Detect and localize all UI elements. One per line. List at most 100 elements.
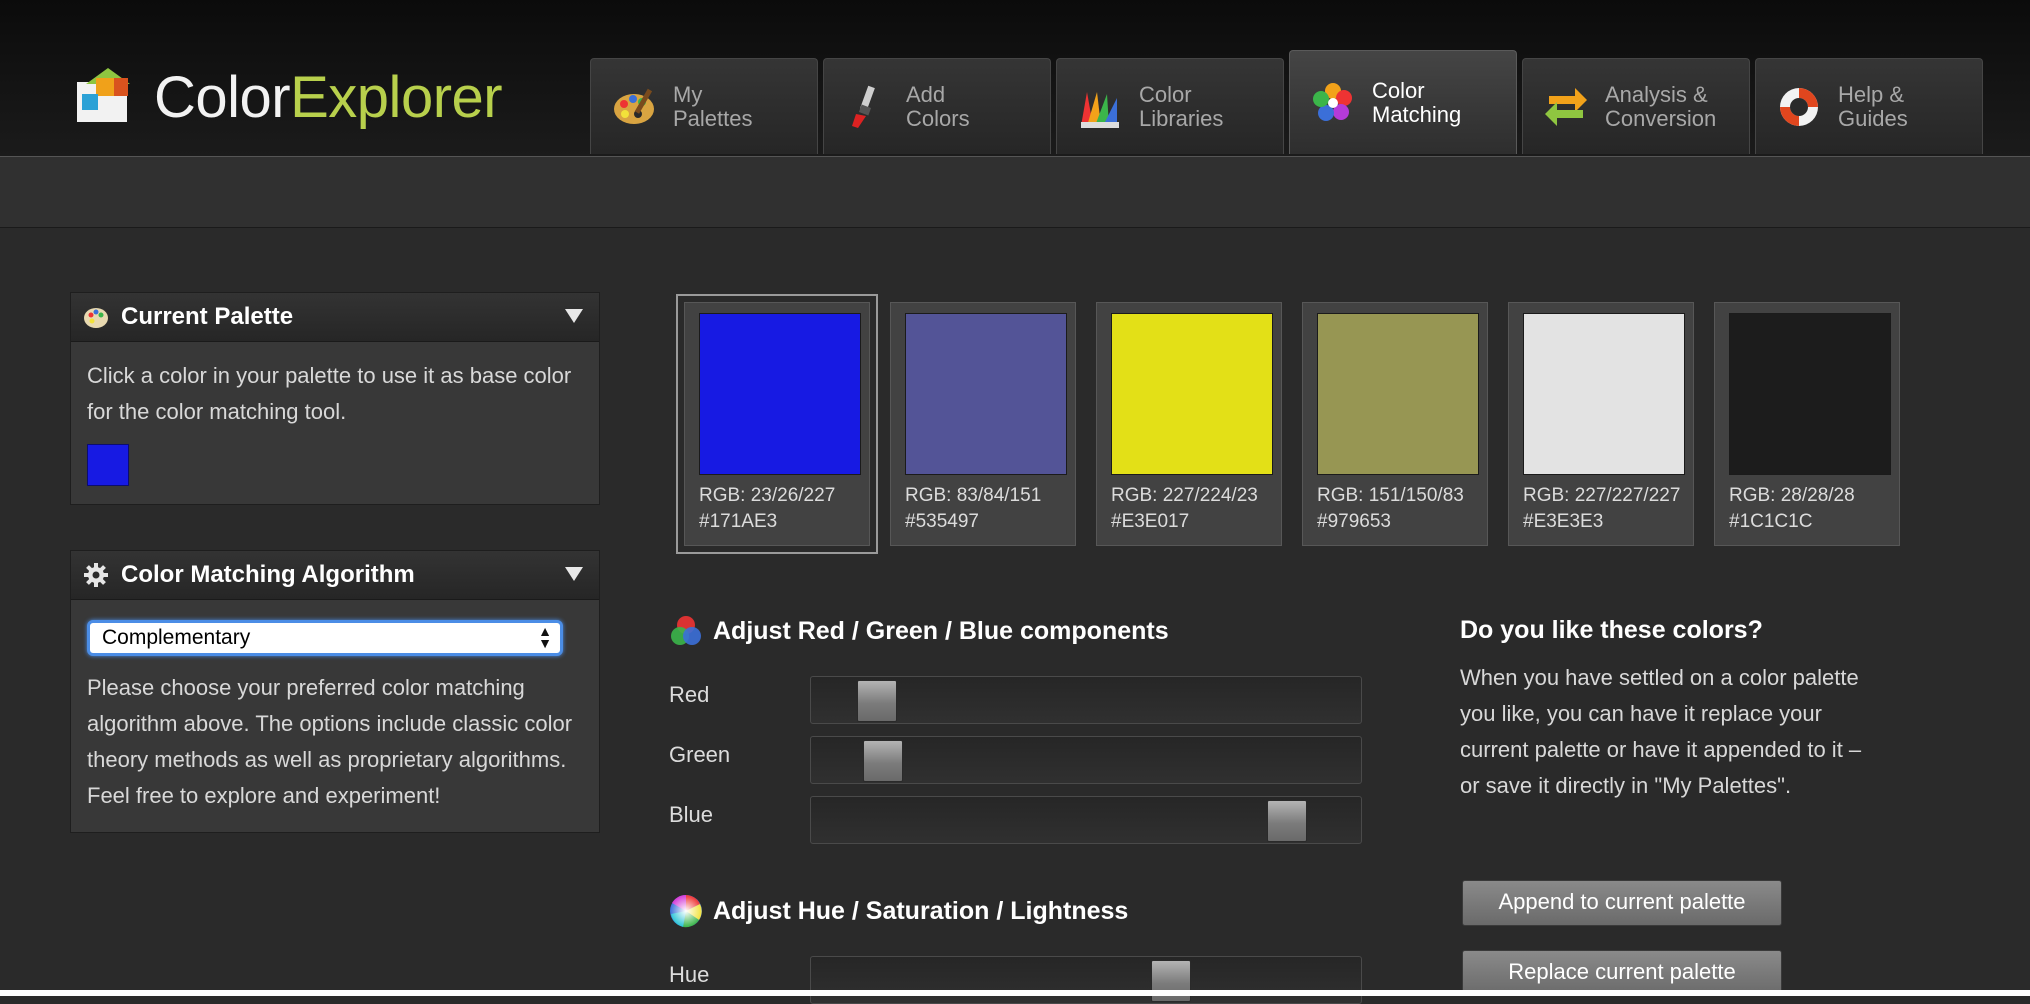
color-swatch-values: RGB: 23/26/227 #171AE3	[699, 483, 835, 535]
logo-text: ColorExplorer	[154, 64, 503, 131]
color-swatch-chip[interactable]	[905, 313, 1067, 475]
swatch-hex-value: #171AE3	[699, 511, 778, 532]
algorithm-select[interactable]: Complementary ▲ ▼	[87, 620, 563, 656]
color-swatch-chip[interactable]	[1317, 313, 1479, 475]
current-palette-title: Current Palette	[121, 303, 294, 330]
algorithm-panel: Color Matching Algorithm Complementary ▲…	[70, 550, 600, 833]
blue-slider[interactable]	[810, 796, 1362, 844]
append-to-palette-button[interactable]: Append to current palette	[1462, 880, 1782, 926]
swatch-rgb-value: RGB: 83/84/151	[905, 485, 1042, 506]
flower-icon	[1313, 82, 1352, 121]
color-swatch-chip[interactable]	[699, 313, 861, 475]
collapse-triangle-icon[interactable]	[565, 309, 583, 323]
algorithm-selected-value: Complementary	[102, 626, 251, 649]
color-swatch-card[interactable]: RGB: 28/28/28 #1C1C1C	[1714, 302, 1900, 546]
logo-text-part1: Color	[154, 64, 291, 130]
color-swatch-values: RGB: 151/150/83 #979653	[1317, 483, 1464, 535]
collapse-triangle-icon[interactable]	[565, 567, 583, 581]
red-slider[interactable]	[810, 676, 1362, 724]
color-swatch-card[interactable]: RGB: 227/224/23 #E3E017	[1096, 302, 1282, 546]
color-swatch-values: RGB: 227/227/227 #E3E3E3	[1523, 483, 1680, 535]
app-header: ColorExplorer My Palettes Add Colors Col…	[0, 0, 2030, 157]
app-logo[interactable]: ColorExplorer	[74, 62, 503, 132]
paintbrush-icon	[852, 85, 875, 128]
blue-slider-label: Blue	[669, 802, 714, 827]
gear-icon	[84, 563, 108, 587]
palette-icon	[84, 308, 108, 328]
swatch-hex-value: #E3E017	[1111, 511, 1190, 532]
viewport-bottom-edge	[0, 990, 2030, 996]
color-swatch-card[interactable]: RGB: 227/227/227 #E3E3E3	[1508, 302, 1694, 546]
color-swatch-values: RGB: 28/28/28 #1C1C1C	[1729, 483, 1855, 535]
color-swatch-card[interactable]: RGB: 23/26/227 #171AE3	[676, 294, 878, 554]
logo-house-icon	[74, 68, 132, 126]
swatch-rgb-value: RGB: 23/26/227	[699, 485, 836, 506]
tab-label-line1: Add	[906, 81, 946, 107]
color-swatch-chip[interactable]	[1729, 313, 1891, 475]
swatch-rgb-value: RGB: 227/227/227	[1523, 485, 1681, 506]
tab-color-libraries[interactable]: Color Libraries	[1056, 58, 1284, 154]
hue-slider-label: Hue	[669, 962, 710, 987]
color-fan-icon	[1081, 91, 1119, 128]
algorithm-body: Complementary ▲ ▼ Please choose your pref…	[71, 600, 599, 832]
tab-label-line1: Analysis &	[1605, 81, 1708, 107]
swatch-hex-value: #1C1C1C	[1729, 511, 1813, 532]
tab-my-palettes[interactable]: My Palettes	[590, 58, 818, 154]
algorithm-description: Please choose your preferred color match…	[87, 675, 573, 808]
current-palette-header[interactable]: Current Palette	[71, 293, 599, 342]
hue-slider[interactable]	[810, 956, 1362, 1004]
hsl-section-title: Adjust Hue / Saturation / Lightness	[669, 894, 1128, 928]
tab-label-line2: Libraries	[1139, 105, 1224, 131]
color-swatch-chip[interactable]	[1523, 313, 1685, 475]
convert-arrows-icon	[1545, 87, 1587, 126]
current-palette-panel: Current Palette Click a color in your pa…	[70, 292, 600, 505]
swatch-rgb-value: RGB: 227/224/23	[1111, 485, 1258, 506]
tab-help-guides[interactable]: Help & Guides	[1755, 58, 1983, 154]
palette-color-chip[interactable]	[87, 444, 129, 486]
tab-label-line2: Guides	[1838, 105, 1908, 131]
tab-color-matching[interactable]: Color Matching	[1289, 50, 1517, 154]
tab-label-line2: Conversion	[1605, 105, 1717, 131]
current-palette-body: Click a color in your palette to use it …	[71, 342, 599, 504]
sub-toolbar	[0, 157, 2030, 228]
tab-label-line1: My	[673, 81, 703, 107]
swatch-rgb-value: RGB: 28/28/28	[1729, 485, 1855, 506]
tab-label-line2: Matching	[1372, 101, 1462, 127]
like-colors-text: When you have settled on a color palette…	[1460, 665, 1862, 798]
tab-analysis-conversion[interactable]: Analysis & Conversion	[1522, 58, 1750, 154]
color-wheel-icon	[670, 894, 702, 928]
red-slider-thumb[interactable]	[857, 680, 898, 722]
color-swatch-card[interactable]: RGB: 151/150/83 #979653	[1302, 302, 1488, 546]
like-colors-title: Do you like these colors?	[1460, 616, 1763, 644]
rgb-section-title: Adjust Red / Green / Blue components	[669, 614, 1169, 648]
current-palette-instructions: Click a color in your palette to use it …	[87, 363, 572, 424]
color-swatch-values: RGB: 227/224/23 #E3E017	[1111, 483, 1258, 535]
tab-label-line1: Color	[1139, 81, 1192, 107]
green-slider[interactable]	[810, 736, 1362, 784]
red-slider-label: Red	[669, 682, 710, 707]
tab-label-line2: Palettes	[673, 105, 753, 131]
swatch-hex-value: #979653	[1317, 511, 1391, 532]
green-slider-thumb[interactable]	[863, 740, 904, 782]
tab-label-line1: Help &	[1838, 81, 1905, 107]
select-arrows-icon: ▲ ▼	[538, 623, 552, 651]
lifebuoy-icon	[1780, 87, 1818, 126]
tab-label-line2: Colors	[906, 105, 970, 131]
green-slider-label: Green	[669, 742, 731, 767]
color-swatch-values: RGB: 83/84/151 #535497	[905, 483, 1041, 535]
algorithm-header[interactable]: Color Matching Algorithm	[71, 551, 599, 600]
logo-text-part2: Explorer	[290, 64, 503, 130]
color-swatch-card[interactable]: RGB: 83/84/151 #535497	[890, 302, 1076, 546]
tab-label-line1: Color	[1372, 77, 1425, 103]
swatch-hex-value: #535497	[905, 511, 979, 532]
swatch-hex-value: #E3E3E3	[1523, 511, 1604, 532]
rgb-circles-icon	[671, 616, 701, 645]
rgb-section-label: Adjust Red / Green / Blue components	[713, 616, 1169, 645]
palette-icon	[614, 88, 654, 124]
algorithm-title: Color Matching Algorithm	[121, 561, 415, 588]
color-swatch-chip[interactable]	[1111, 313, 1273, 475]
tab-add-colors[interactable]: Add Colors	[823, 58, 1051, 154]
hsl-section-label: Adjust Hue / Saturation / Lightness	[713, 896, 1129, 925]
swatch-rgb-value: RGB: 151/150/83	[1317, 485, 1464, 506]
blue-slider-thumb[interactable]	[1266, 800, 1307, 842]
